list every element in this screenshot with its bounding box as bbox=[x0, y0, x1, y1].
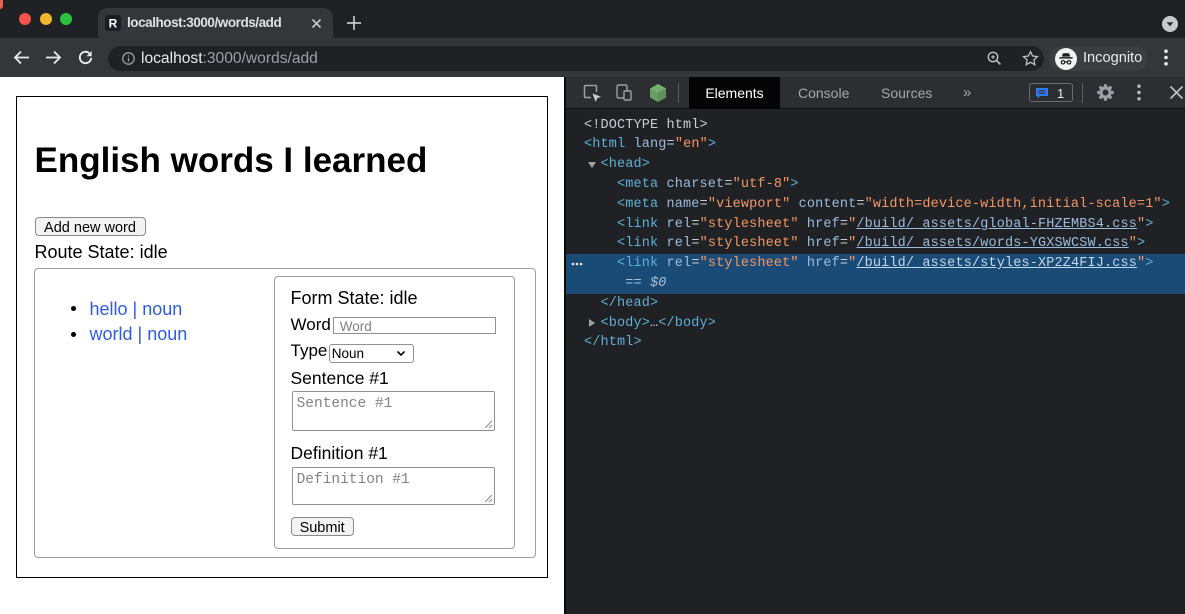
svg-text:R: R bbox=[109, 17, 118, 31]
